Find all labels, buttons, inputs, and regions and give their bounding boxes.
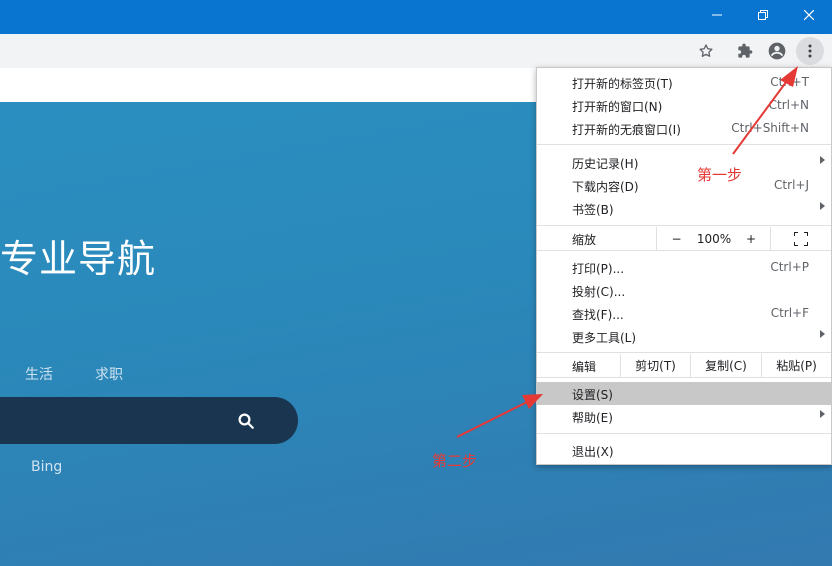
profile-button[interactable] [763,37,791,65]
search-icon [238,413,254,429]
menu-item-label: 投射(C)... [572,285,626,299]
close-button[interactable] [786,0,832,30]
menu-divider [537,144,831,145]
chrome-menu-button[interactable] [796,37,824,65]
copy-button[interactable]: 复制(C) [690,354,761,377]
menu-item-exit[interactable]: 退出(X) [537,439,831,462]
zoom-in-button[interactable]: + [732,227,770,250]
menu-item-shortcut: Ctrl+N [768,98,809,112]
menu-item-label: 帮助(E) [572,411,613,425]
menu-divider [537,377,831,378]
menu-item-more-tools[interactable]: 更多工具(L) [537,325,831,348]
zoom-out-button[interactable]: − [656,227,696,250]
menu-divider [537,352,831,353]
menu-item-label: 更多工具(L) [572,331,637,345]
menu-divider [537,250,831,251]
menu-item-incognito[interactable]: 打开新的无痕窗口(I) Ctrl+Shift+N [537,117,831,140]
menu-item-shortcut: Ctrl+P [770,260,809,274]
more-vert-icon [808,44,812,58]
zoom-value: 100% [696,231,732,246]
menu-item-label: 历史记录(H) [572,157,639,171]
copy-label: 复制(C) [705,359,747,373]
menu-divider [537,433,831,434]
menu-item-shortcut: Ctrl+F [770,306,809,320]
menu-item-label: 打开新的无痕窗口(I) [572,123,681,137]
star-icon [699,44,713,57]
fullscreen-icon [794,231,808,246]
menu-item-label: 查找(F)... [572,308,624,322]
menu-item-label: 打印(P)... [572,262,625,276]
menu-item-settings[interactable]: 设置(S) [537,382,831,405]
menu-item-new-tab[interactable]: 打开新的标签页(T) Ctrl+T [537,71,831,94]
menu-item-help[interactable]: 帮助(E) [537,405,831,428]
cut-button[interactable]: 剪切(T) [620,354,690,377]
tab-life[interactable]: 生活 [25,364,53,384]
annotation-step-2: 第二步 [432,452,478,470]
submenu-arrow-icon [820,410,825,418]
account-circle-icon [768,42,786,60]
menu-item-downloads[interactable]: 下载内容(D) Ctrl+J [537,174,831,197]
edit-label: 编辑 [572,360,597,374]
menu-item-label: 下载内容(D) [572,180,639,194]
fullscreen-button[interactable] [770,227,831,250]
tab-job[interactable]: 求职 [95,364,123,384]
submenu-arrow-icon [820,330,825,338]
menu-item-find[interactable]: 查找(F)... Ctrl+F [537,302,831,325]
address-bar[interactable] [0,38,724,66]
title-bar [0,0,832,34]
menu-item-bookmarks[interactable]: 书签(B) [537,197,831,220]
menu-item-new-window[interactable]: 打开新的窗口(N) Ctrl+N [537,94,831,117]
zoom-level: 100% [696,227,732,250]
paste-button[interactable]: 粘贴(P) [761,354,831,377]
menu-item-shortcut: Ctrl+Shift+N [731,121,809,135]
submenu-arrow-icon [820,202,825,210]
restore-button[interactable] [740,0,786,30]
chrome-menu: 打开新的标签页(T) Ctrl+T 打开新的窗口(N) Ctrl+N 打开新的无… [536,67,832,465]
cut-label: 剪切(T) [635,359,676,373]
menu-item-shortcut: Ctrl+J [774,178,809,192]
menu-zoom-row: 缩放 − 100% + [537,227,831,250]
menu-item-print[interactable]: 打印(P)... Ctrl+P [537,256,831,279]
submenu-arrow-icon [820,156,825,164]
bookmark-star-button[interactable] [692,37,720,65]
engine-bing[interactable]: Bing [31,459,62,475]
extensions-button[interactable] [731,37,759,65]
menu-item-shortcut: Ctrl+T [770,75,809,89]
restore-icon [758,10,768,20]
close-icon [804,10,814,20]
paste-label: 粘贴(P) [776,359,817,373]
search-button[interactable] [232,407,260,435]
search-bar[interactable] [0,397,298,444]
menu-item-label: 打开新的窗口(N) [572,100,663,114]
menu-item-label: 打开新的标签页(T) [572,77,673,91]
menu-item-label: 书签(B) [572,203,614,217]
annotation-step-1: 第一步 [697,166,743,184]
menu-item-history[interactable]: 历史记录(H) [537,151,831,174]
menu-item-cast[interactable]: 投射(C)... [537,279,831,302]
menu-edit-row: 编辑 剪切(T) 复制(C) 粘贴(P) [537,354,831,377]
puzzle-icon [738,43,753,58]
menu-item-label: 退出(X) [572,445,614,459]
zoom-label: 缩放 [572,233,597,247]
zoom-out-label: − [671,231,682,246]
minimize-button[interactable] [694,0,740,30]
menu-item-label: 设置(S) [572,388,613,402]
page-title: 专业导航 [0,237,157,281]
menu-divider [537,225,831,226]
minimize-icon [712,14,722,16]
zoom-in-label: + [745,231,757,246]
browser-toolbar [0,34,832,68]
